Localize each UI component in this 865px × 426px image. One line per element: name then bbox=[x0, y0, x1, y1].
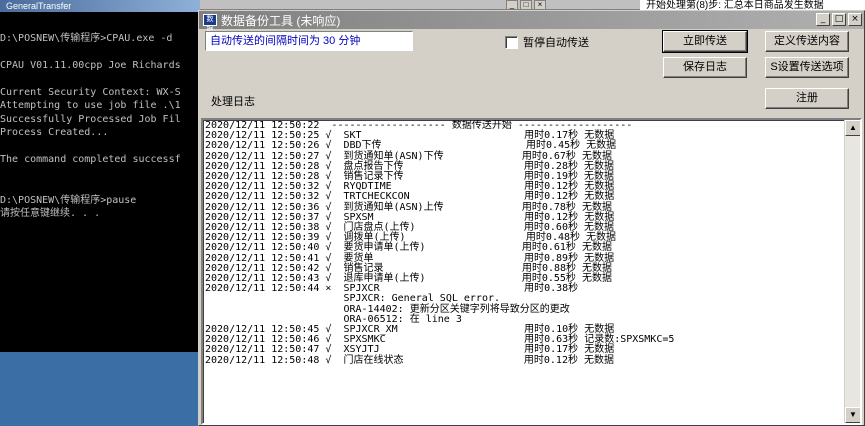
define-content-button[interactable]: 定义传送内容 bbox=[765, 31, 849, 52]
pause-auto-send-checkbox[interactable]: 暂停自动传送 bbox=[505, 34, 589, 50]
backup-tool-window[interactable]: 数据 数据备份工具 (未响应) _ □ × 自动传送的间隔时间为 30 分钟 暂… bbox=[198, 10, 865, 426]
console-line: Successfully Processed Job Fil bbox=[0, 113, 181, 125]
log-line: 2020/12/11 12:50:48 √ 门店在线状态 用时0.12秒 无数据 bbox=[205, 354, 614, 366]
console-window[interactable]: GeneralTransfer D:\POSNEW\传输程序>CPAU.exe … bbox=[0, 0, 200, 352]
register-button[interactable]: 注册 bbox=[765, 88, 849, 109]
send-now-button[interactable]: 立即传送 bbox=[662, 30, 748, 53]
minimize-icon[interactable]: _ bbox=[506, 0, 518, 10]
console-line: D:\POSNEW\传输程序>CPAU.exe -d bbox=[0, 32, 173, 44]
background-window-titlebar[interactable]: _ □ × bbox=[200, 0, 640, 10]
interval-status: 自动传送的间隔时间为 30 分钟 bbox=[205, 31, 413, 51]
save-log-button[interactable]: 保存日志 bbox=[663, 57, 747, 78]
console-line: CPAU V01.11.00cpp Joe Richards bbox=[0, 59, 181, 71]
vertical-scrollbar[interactable]: ▲ ▼ bbox=[844, 120, 860, 423]
pause-label: 暂停自动传送 bbox=[523, 37, 589, 49]
log-content: 2020/12/11 12:50:22 ------------------- … bbox=[205, 120, 674, 366]
main-titlebar[interactable]: 数据 数据备份工具 (未响应) _ □ × bbox=[199, 11, 864, 33]
set-options-button[interactable]: S设置传送选项 bbox=[765, 57, 849, 78]
console-title: GeneralTransfer bbox=[0, 0, 200, 12]
console-output: D:\POSNEW\传输程序>CPAU.exe -d CPAU V01.11.0… bbox=[0, 18, 200, 221]
app-icon: 数据 bbox=[203, 14, 217, 33]
scroll-down-icon[interactable]: ▼ bbox=[845, 407, 860, 423]
console-line: Current Security Context: WX-S bbox=[0, 86, 181, 98]
console-line: 请按任意键继续. . . bbox=[0, 208, 101, 219]
maximize-icon[interactable]: □ bbox=[520, 0, 532, 10]
console-line: The command completed successf bbox=[0, 154, 181, 165]
console-line: D:\POSNEW\传输程序>pause bbox=[0, 194, 137, 206]
maximize-icon[interactable]: □ bbox=[832, 13, 846, 26]
minimize-icon[interactable]: _ bbox=[816, 13, 830, 26]
scroll-up-icon[interactable]: ▲ bbox=[845, 120, 860, 136]
window-title: 数据备份工具 (未响应) bbox=[221, 13, 341, 28]
log-label: 处理日志 bbox=[211, 96, 255, 108]
close-icon[interactable]: × bbox=[534, 0, 546, 10]
console-line: Process Created... bbox=[0, 127, 109, 138]
log-textarea[interactable]: 2020/12/11 12:50:22 ------------------- … bbox=[201, 118, 862, 425]
checkbox-box[interactable] bbox=[505, 35, 518, 49]
close-icon[interactable]: × bbox=[848, 13, 862, 26]
console-line: Attempting to use job file .\1 bbox=[0, 100, 181, 111]
